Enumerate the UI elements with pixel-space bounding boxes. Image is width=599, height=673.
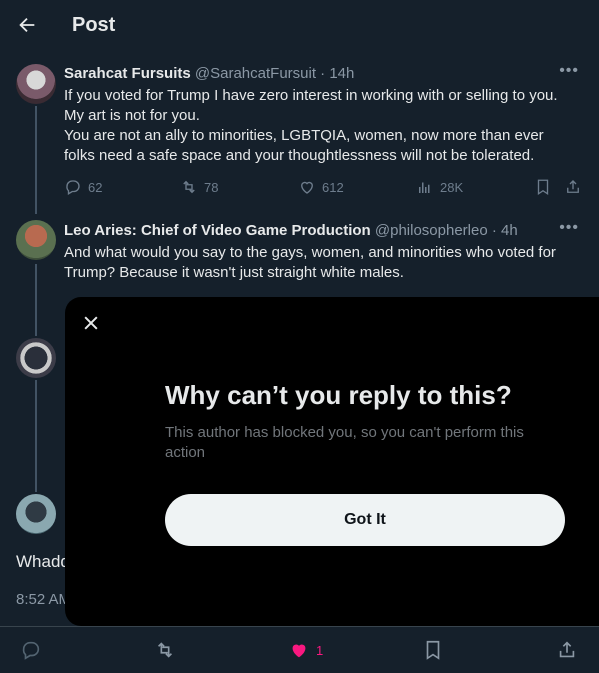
author-name[interactable]: Sarahcat Fursuits [64, 65, 191, 82]
back-arrow-icon[interactable] [16, 14, 38, 36]
bookmark-button[interactable] [534, 178, 552, 196]
page-title: Post [72, 14, 116, 36]
reply-icon [66, 180, 80, 195]
more-icon[interactable]: ••• [559, 62, 579, 80]
author-name[interactable]: Leo Aries: Chief of Video Game Productio… [64, 222, 371, 239]
views-icon [419, 182, 430, 193]
close-icon[interactable] [81, 313, 101, 333]
avatar[interactable] [16, 220, 56, 260]
tweet-text: And what would you say to the gays, wome… [64, 243, 579, 283]
tweet-meta: Leo Aries: Chief of Video Game Productio… [64, 221, 579, 241]
top-header: Post [0, 0, 599, 52]
reply-button[interactable]: 62 [64, 178, 102, 196]
tweet-text-line: folks need a safe space and your thought… [64, 147, 535, 164]
author-handle[interactable]: @philosopherleo [375, 222, 488, 239]
like-button[interactable]: 612 [298, 178, 344, 196]
reply-count: 62 [88, 179, 103, 195]
main-tweet-time: 8:52 AM [16, 591, 72, 608]
views-button[interactable]: 28K [416, 178, 463, 196]
repost-icon [157, 642, 173, 658]
thread-line [35, 106, 37, 214]
reply-button[interactable] [20, 639, 42, 661]
bookmark-icon [537, 179, 549, 196]
main-tweet-text: Whadd [16, 552, 70, 571]
author-handle[interactable]: @SarahcatFursuit [195, 65, 316, 82]
tweet-text-line: My art is not for you. [64, 107, 200, 124]
thread-line [35, 264, 37, 336]
bookmark-icon [426, 640, 440, 660]
dialog-message: This author has blocked you, so you can'… [165, 424, 524, 461]
share-button[interactable] [556, 639, 578, 661]
avatar[interactable] [16, 64, 56, 104]
like-icon [301, 181, 313, 194]
avatar[interactable] [16, 338, 56, 378]
dialog-title: Why can’t you reply to this? [165, 380, 512, 410]
repost-icon [183, 180, 195, 194]
share-icon [567, 180, 579, 193]
blocked-reply-dialog: Why can’t you reply to this? This author… [65, 297, 599, 626]
share-button[interactable] [564, 178, 582, 196]
tweet-sarahcat[interactable]: Sarahcat Fursuits @SarahcatFursuit · 14h… [64, 62, 579, 166]
tweet-text-line: You are not an ally to minorities, LGBTQ… [64, 127, 544, 144]
avatar[interactable] [16, 494, 56, 534]
tweet-text-line: Trump? Because it wasn't just straight w… [64, 264, 404, 281]
like-count: 612 [322, 179, 344, 195]
like-count: 1 [316, 642, 324, 658]
repost-button[interactable]: 78 [180, 178, 218, 196]
thread-line [35, 380, 37, 492]
bottom-action-bar: 1 [0, 626, 599, 673]
repost-button[interactable] [154, 639, 176, 661]
tweet-leo[interactable]: Leo Aries: Chief of Video Game Productio… [64, 219, 579, 283]
tweet-text-line: And what would you say to the gays, wome… [64, 244, 556, 261]
more-icon[interactable]: ••• [559, 219, 579, 237]
repost-count: 78 [204, 179, 219, 195]
tweet-text: If you voted for Trump I have zero inter… [64, 86, 579, 166]
tweet-meta: Sarahcat Fursuits @SarahcatFursuit · 14h [64, 64, 579, 84]
bookmark-button[interactable] [422, 639, 444, 661]
got-it-button[interactable]: Got It [165, 494, 565, 546]
post-time[interactable]: · 14h [320, 65, 354, 82]
views-count: 28K [440, 179, 464, 195]
like-button[interactable]: 1 [288, 639, 323, 661]
tweet-actions: 62 78 612 28K [64, 178, 584, 198]
post-time[interactable]: · 4h [492, 222, 518, 239]
tweet-text-line: If you voted for Trump I have zero inter… [64, 87, 558, 104]
reply-icon [22, 641, 40, 660]
share-icon [559, 641, 575, 658]
like-icon [292, 644, 306, 658]
